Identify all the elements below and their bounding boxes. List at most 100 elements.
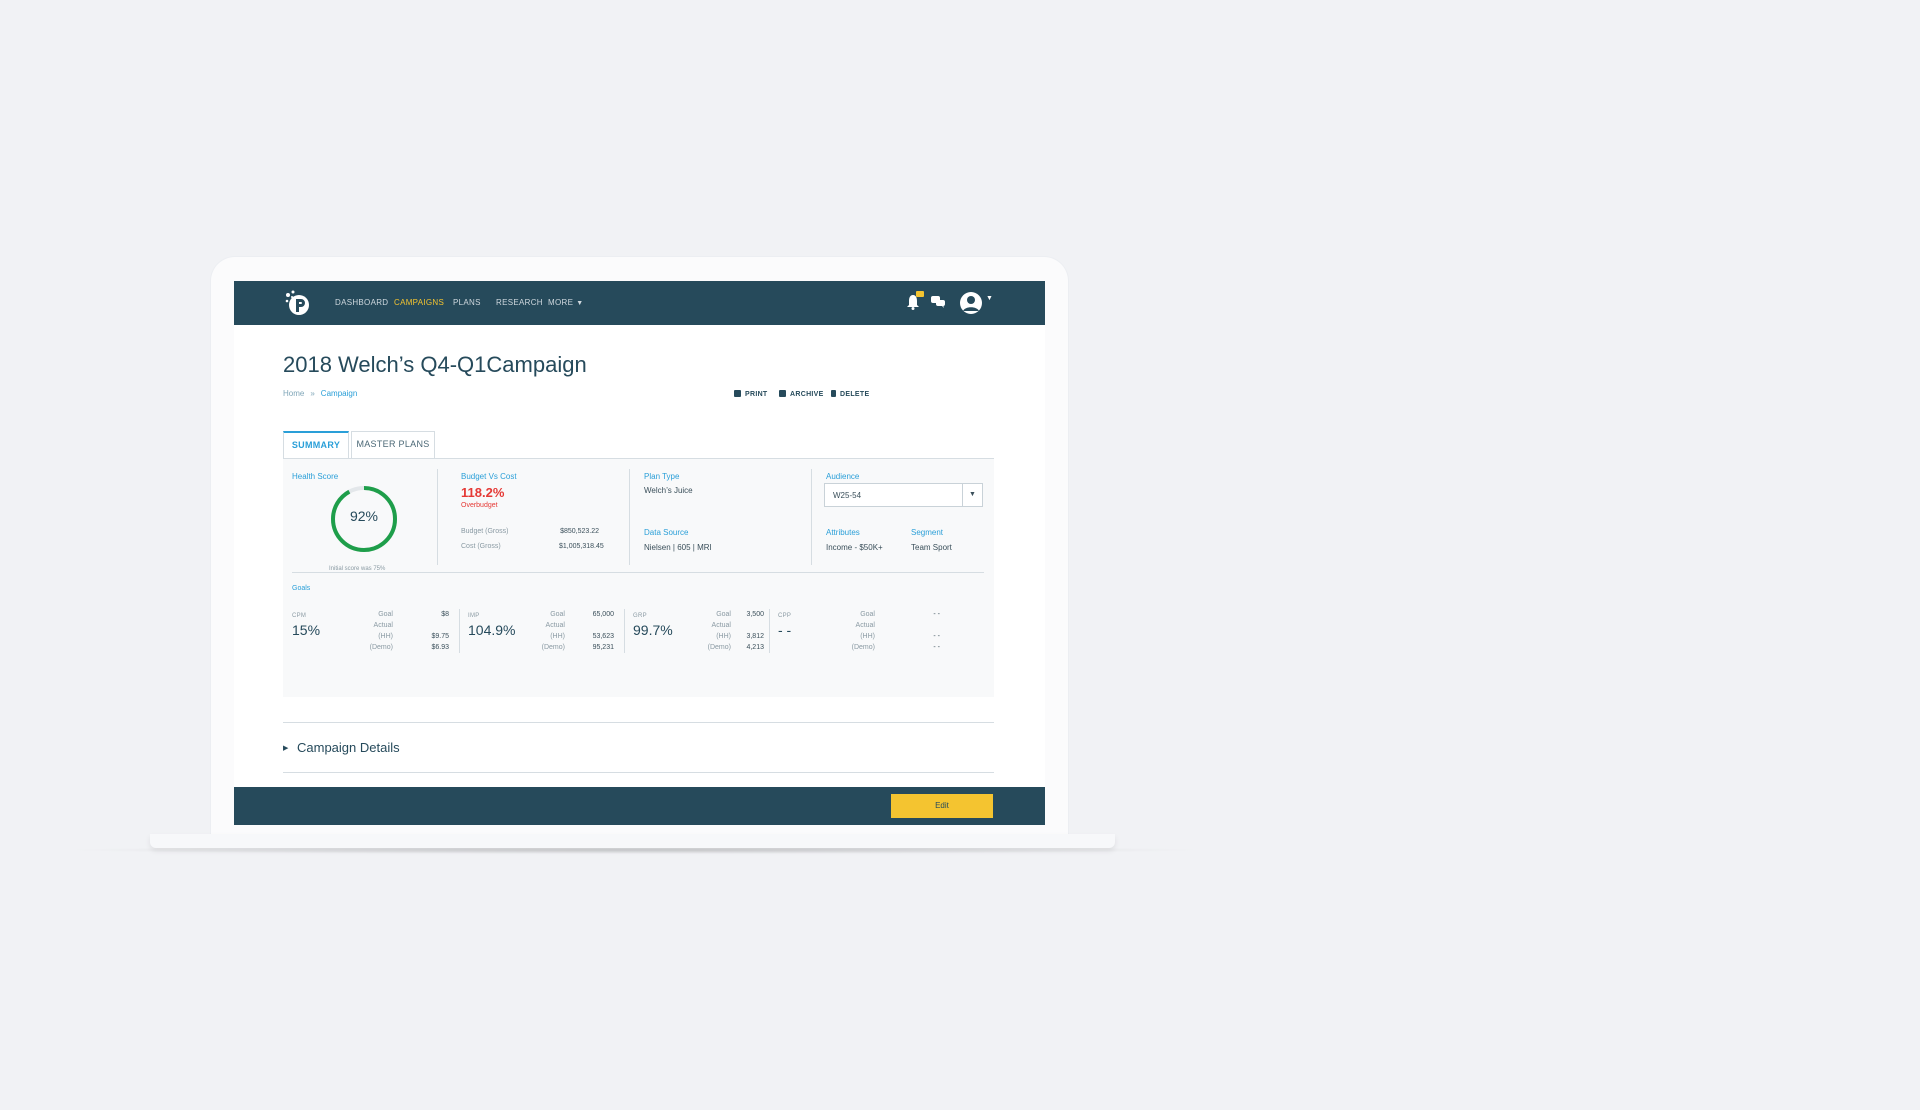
nav-plans[interactable]: PLANS — [453, 298, 481, 307]
hh-key: (HH) — [550, 633, 565, 640]
laptop-base — [150, 834, 1115, 848]
delete-label: DELETE — [840, 391, 870, 398]
goal-pct: - - — [778, 622, 792, 638]
demo-key: (Demo) — [851, 644, 875, 651]
actual-hh-value: 53,623 — [592, 633, 614, 640]
goal-value: 65,000 — [592, 611, 614, 618]
caret-right-icon[interactable]: ▶ — [283, 744, 288, 752]
print-label: PRINT — [745, 391, 768, 398]
cost-gross-label: Cost (Gross) — [461, 543, 501, 550]
divider — [283, 772, 994, 773]
divider — [437, 469, 438, 565]
archive-button[interactable]: ARCHIVE — [779, 390, 824, 398]
data-source-label: Data Source — [644, 528, 689, 537]
goal-pct: 99.7% — [633, 622, 673, 638]
cost-gross-value: $1,005,318.45 — [559, 543, 604, 550]
plan-type-value: Welch’s Juice — [644, 486, 693, 495]
brand-logo-icon — [285, 290, 309, 315]
health-score-label: Health Score — [292, 472, 339, 481]
audience-label: Audience — [826, 472, 860, 481]
goal-key: Goal — [378, 611, 393, 618]
demo-key: (Demo) — [369, 644, 393, 651]
actual-hh-value: 3,812 — [746, 633, 764, 640]
breadcrumb-home[interactable]: Home — [283, 389, 304, 398]
summary-panel: Health Score 92% Initial score was 75% B… — [283, 459, 994, 697]
breadcrumb-separator-icon: » — [310, 389, 315, 398]
segment-value: Team Sport — [911, 543, 952, 552]
actual-key: Actual — [545, 622, 565, 629]
actual-demo-value: 4,213 — [746, 644, 764, 651]
budget-pct: 118.2% — [461, 485, 505, 500]
audience-select[interactable]: W25-54 ▼ — [824, 483, 983, 507]
divider — [624, 609, 625, 653]
actual-demo-value: $6.93 — [431, 644, 449, 651]
budget-vs-cost-label: Budget Vs Cost — [461, 472, 517, 481]
demo-key: (Demo) — [541, 644, 565, 651]
data-source-value: Nielsen | 605 | MRI — [644, 543, 712, 552]
goal-pct: 104.9% — [468, 622, 516, 638]
divider — [629, 469, 630, 565]
trash-icon — [831, 390, 836, 397]
health-score-value: 92% — [349, 508, 379, 524]
actual-demo-value: 95,231 — [592, 644, 614, 651]
edit-button[interactable]: Edit — [891, 794, 993, 818]
goals-label: Goals — [292, 585, 311, 592]
chat-icon[interactable] — [931, 296, 945, 308]
actual-key: Actual — [855, 622, 875, 629]
segment-label: Segment — [911, 528, 944, 537]
goal-name: CPM — [292, 613, 307, 619]
delete-button[interactable]: DELETE — [831, 390, 869, 398]
tab-summary[interactable]: SUMMARY — [283, 431, 349, 458]
divider — [283, 722, 994, 723]
nav-campaigns[interactable]: CAMPAIGNS — [394, 298, 444, 307]
chevron-down-icon[interactable]: ▼ — [962, 484, 982, 506]
actual-key: Actual — [373, 622, 393, 629]
goal-name: IMP — [468, 613, 480, 619]
goal-value: - - — [933, 611, 940, 618]
actual-demo-value: - - — [933, 644, 940, 651]
goal-value: 3,500 — [746, 611, 764, 618]
plan-type-label: Plan Type — [644, 472, 680, 481]
notification-badge — [916, 291, 924, 297]
divider — [459, 609, 460, 653]
goal-key: Goal — [550, 611, 565, 618]
user-icon — [963, 296, 979, 311]
tab-master-plans[interactable]: MASTER PLANS — [351, 431, 435, 458]
budget-gross-label: Budget (Gross) — [461, 528, 509, 535]
archive-label: ARCHIVE — [790, 391, 824, 398]
hh-key: (HH) — [860, 633, 875, 640]
nav-more[interactable]: MORE ▼ — [548, 298, 583, 307]
goal-value: $8 — [441, 611, 449, 618]
chevron-down-icon: ▼ — [576, 300, 584, 307]
top-navbar: DASHBOARD CAMPAIGNS PLANS RESEARCH MORE ▼… — [234, 281, 1045, 325]
attributes-label: Attributes — [826, 528, 860, 537]
divider — [769, 609, 770, 653]
divider — [811, 469, 812, 565]
goal-pct: 15% — [292, 622, 321, 638]
goal-key: Goal — [860, 611, 875, 618]
goal-name: CPP — [778, 613, 792, 619]
hh-key: (HH) — [378, 633, 393, 640]
breadcrumb: Home » Campaign — [283, 389, 357, 398]
actual-hh-value: - - — [933, 633, 940, 640]
nav-research[interactable]: RESEARCH — [496, 298, 543, 307]
nav-dashboard[interactable]: DASHBOARD — [335, 298, 388, 307]
budget-gross-value: $850,523.22 — [560, 528, 599, 535]
page-title: 2018 Welch’s Q4-Q1Campaign — [283, 352, 587, 377]
app-screen: DASHBOARD CAMPAIGNS PLANS RESEARCH MORE ▼… — [234, 281, 1045, 825]
chevron-down-icon[interactable]: ▼ — [986, 295, 993, 302]
footer-bar: Edit — [234, 787, 1045, 825]
breadcrumb-current[interactable]: Campaign — [321, 389, 357, 398]
campaign-details-toggle[interactable]: Campaign Details — [297, 740, 400, 755]
actual-hh-value: $9.75 — [431, 633, 449, 640]
archive-icon — [779, 390, 786, 397]
overbudget-status: Overbudget — [461, 502, 498, 509]
user-avatar[interactable] — [960, 292, 982, 314]
goal-name: GRP — [633, 613, 647, 619]
nav-more-label: MORE — [548, 298, 574, 307]
attributes-value: Income - $50K+ — [826, 543, 883, 552]
divider — [292, 572, 984, 573]
actual-key: Actual — [711, 622, 731, 629]
print-button[interactable]: PRINT — [734, 390, 768, 398]
audience-select-value: W25-54 — [833, 491, 862, 500]
